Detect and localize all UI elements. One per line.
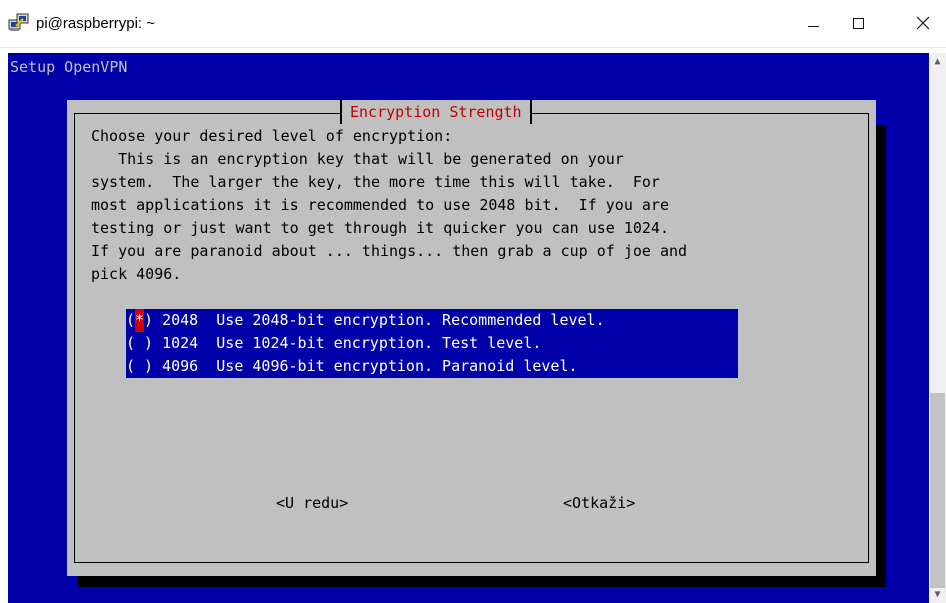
- ok-button[interactable]: <U redu>: [276, 492, 348, 515]
- option-value: 2048: [162, 311, 199, 329]
- dialog-description-line: This is an encryption key that will be g…: [91, 150, 624, 168]
- radio-option-4096[interactable]: ( ) 4096 Use 4096-bit encryption. Parano…: [126, 355, 738, 378]
- maximize-icon: [853, 18, 864, 29]
- scrollbar[interactable]: ▲ ▼: [929, 53, 946, 603]
- dialog-description-line: pick 4096.: [91, 265, 182, 283]
- radio-option-1024[interactable]: ( ) 1024 Use 1024-bit encryption. Test l…: [126, 332, 738, 355]
- radio-selected-mark: *: [135, 309, 144, 332]
- encryption-options-list: (*) 2048 Use 2048-bit encryption. Recomm…: [126, 309, 738, 378]
- option-description: Use 2048-bit encryption. Recommended lev…: [216, 311, 605, 329]
- scroll-thumb[interactable]: [930, 393, 945, 588]
- putty-icon[interactable]: [8, 12, 30, 34]
- backtitle: Setup OpenVPN: [10, 58, 128, 76]
- minimize-icon: [808, 26, 819, 27]
- cancel-button[interactable]: <Otkaži>: [563, 492, 635, 515]
- dialog-description-line: If you are paranoid about ... things... …: [91, 242, 688, 260]
- dialog-description-line: most applications it is recommended to u…: [91, 196, 669, 214]
- close-button[interactable]: [900, 0, 946, 48]
- radio-empty-mark: [135, 355, 144, 378]
- option-description: Use 4096-bit encryption. Paranoid level.: [216, 357, 578, 375]
- close-icon: [916, 16, 930, 30]
- window-titlebar: pi@raspberrypi: ~: [0, 0, 946, 48]
- scroll-up-arrow-icon[interactable]: ▲: [929, 53, 946, 70]
- radio-option-2048[interactable]: (*) 2048 Use 2048-bit encryption. Recomm…: [126, 309, 738, 332]
- minimize-button[interactable]: [790, 0, 836, 48]
- radio-empty-mark: [135, 332, 144, 355]
- dialog-prompt: Choose your desired level of encryption:: [91, 127, 453, 145]
- scroll-down-arrow-icon[interactable]: ▼: [929, 586, 946, 603]
- option-value: 4096: [162, 357, 199, 375]
- maximize-button[interactable]: [836, 0, 882, 48]
- option-value: 1024: [162, 334, 199, 352]
- dialog-description-line: system. The larger the key, the more tim…: [91, 173, 660, 191]
- window-title: pi@raspberrypi: ~: [36, 15, 156, 32]
- option-description: Use 1024-bit encryption. Test level.: [216, 334, 542, 352]
- dialog-title: Encryption Strength: [340, 100, 532, 124]
- dialog-description-line: testing or just want to get through it q…: [91, 219, 669, 237]
